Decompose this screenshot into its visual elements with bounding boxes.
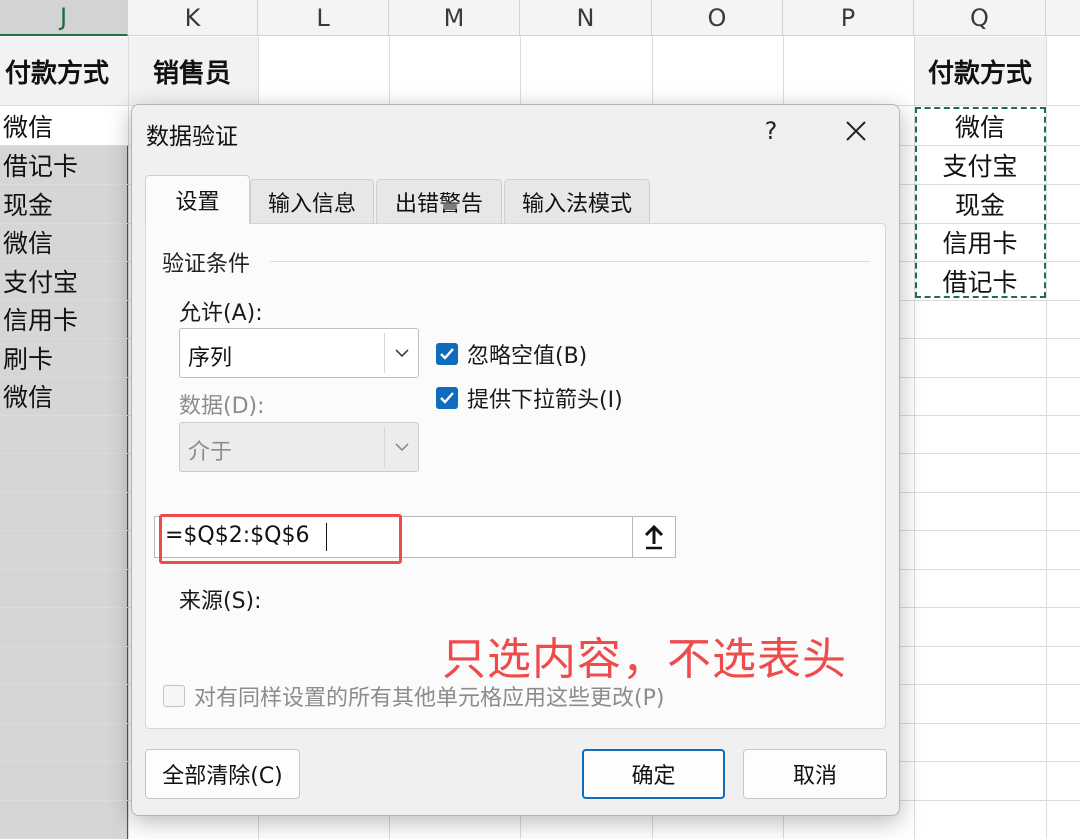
column-header-n[interactable]: N [520,0,652,36]
tab-ime-mode[interactable]: 输入法模式 [504,179,650,223]
ignore-blank-label: 忽略空值(B) [467,344,588,369]
highlight-box [159,514,402,564]
header-cell-payment[interactable]: 付款方式 [2,52,109,90]
header-cell-payment-q[interactable]: 付款方式 [914,52,1046,90]
cell-j5[interactable]: 微信 [0,223,53,261]
cell-j4[interactable]: 现金 [0,185,53,223]
validation-criteria-label: 验证条件 [162,252,251,277]
cell-j2[interactable]: 微信 [0,107,53,145]
group-divider [270,261,870,262]
data-select-value: 介于 [188,440,233,465]
column-header-o[interactable]: O [652,0,783,36]
chevron-down-icon [384,427,418,467]
column-header-p[interactable]: P [783,0,914,36]
allow-select-value: 序列 [188,346,233,371]
check-icon[interactable] [436,387,458,409]
ok-button[interactable]: 确定 [582,749,725,799]
column-header-q[interactable]: Q [914,0,1046,36]
cell-q2[interactable]: 微信 [914,107,1046,145]
column-header-k[interactable]: K [128,0,258,36]
apply-all-checkbox: 对有同样设置的所有其他单元格应用这些更改(P) [163,680,664,712]
cell-j8[interactable]: 刷卡 [0,339,53,377]
cell-j7[interactable]: 信用卡 [0,300,78,338]
checkbox-box [163,685,185,707]
cell-j3[interactable]: 借记卡 [0,146,78,184]
help-icon[interactable]: ? [756,113,786,149]
cell-q5[interactable]: 信用卡 [914,223,1046,261]
column-header-r[interactable] [1046,0,1080,36]
cancel-button[interactable]: 取消 [743,749,887,799]
cell-q4[interactable]: 现金 [914,185,1046,223]
data-label: 数据(D): [179,394,265,419]
allow-label: 允许(A): [179,301,263,326]
header-cell-salesperson[interactable]: 销售员 [150,52,231,90]
column-header-j[interactable]: J [0,0,128,36]
apply-all-label: 对有同样设置的所有其他单元格应用这些更改(P) [194,686,665,711]
grid-line [128,0,129,839]
tab-settings[interactable]: 设置 [145,175,250,224]
dialog-title: 数据验证 [146,124,238,150]
cell-j9[interactable]: 微信 [0,377,53,415]
in-cell-dropdown-label: 提供下拉箭头(I) [467,388,623,413]
column-header-m[interactable]: M [389,0,520,36]
in-cell-dropdown-checkbox[interactable]: 提供下拉箭头(I) [436,382,623,414]
cell-j6[interactable]: 支付宝 [0,262,78,300]
source-label: 来源(S): [179,589,262,614]
data-select: 介于 [179,422,419,472]
column-header-l[interactable]: L [258,0,389,36]
tab-error-alert[interactable]: 出错警告 [376,179,502,223]
tab-input-message[interactable]: 输入信息 [250,179,374,223]
cell-q3[interactable]: 支付宝 [914,146,1046,184]
annotation-text: 只选内容，不选表头 [442,634,847,685]
close-icon[interactable] [838,113,874,149]
ignore-blank-checkbox[interactable]: 忽略空值(B) [436,338,587,370]
check-icon[interactable] [436,343,458,365]
allow-select[interactable]: 序列 [179,328,419,378]
grid-line [1046,0,1047,839]
data-validation-dialog: 数据验证 ? 设置 输入信息 出错警告 输入法模式 验证条件 允许(A): 序列… [131,104,900,816]
collapse-dialog-icon[interactable] [632,516,676,558]
cell-q6[interactable]: 借记卡 [914,262,1046,300]
clear-all-button[interactable]: 全部清除(C) [145,749,300,799]
chevron-down-icon[interactable] [384,333,418,373]
